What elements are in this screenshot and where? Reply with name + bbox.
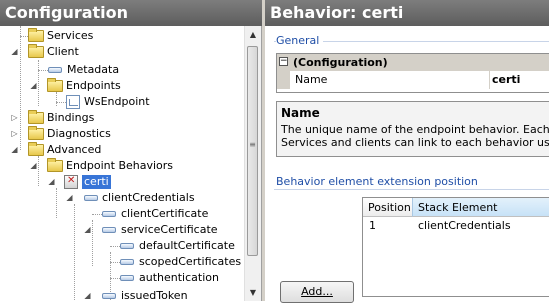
expanded-arrow-icon[interactable]: ◢ <box>83 291 92 300</box>
behavior-title: Behavior: certi <box>265 0 549 26</box>
property-grid[interactable]: − (Configuration) Name certi <box>276 53 549 93</box>
tree-item-label: Client <box>47 45 79 58</box>
tree-item-client[interactable]: ◢ Client <box>0 44 244 60</box>
extension-section-label: Behavior element extension position <box>276 175 482 188</box>
tree-item-label: clientCredentials <box>102 191 195 204</box>
tree-item-services[interactable]: Services <box>0 28 244 44</box>
folder-icon <box>28 110 44 124</box>
endpoint-icon <box>66 95 80 109</box>
tree-item-label: Endpoint Behaviors <box>66 159 174 172</box>
tree-item-label: defaultCertificate <box>139 239 235 252</box>
tree-item-advanced[interactable]: ◢ Advanced <box>0 142 244 158</box>
tree-item-label: scopedCertificates <box>139 255 242 268</box>
tree-item-issuedtoken[interactable]: ◢ issuedToken <box>0 288 244 301</box>
folder-icon <box>28 126 44 140</box>
property-name-value: certi <box>492 73 521 86</box>
configuration-tree[interactable]: Services ◢ Client Metadata ◢ Endpoints W… <box>0 26 244 301</box>
property-name-value-field[interactable]: certi <box>489 71 549 89</box>
add-button-label: Add... <box>301 285 333 298</box>
help-text-line: Services and clients can link to each be… <box>281 136 549 149</box>
tree-vertical-scrollbar[interactable]: ▲ ≡ ▼ <box>244 26 261 301</box>
element-icon <box>102 293 116 299</box>
tree-item-bindings[interactable]: ▷ Bindings <box>0 110 244 126</box>
folder-icon <box>47 158 63 172</box>
element-icon <box>102 211 116 217</box>
tree-item-label: Services <box>47 29 94 42</box>
tree-item-label: serviceCertificate <box>121 223 218 236</box>
property-category-configuration[interactable]: − (Configuration) <box>277 54 549 71</box>
expanded-arrow-icon[interactable]: ◢ <box>29 161 38 170</box>
tree-item-defaultcertificate[interactable]: defaultCertificate <box>0 238 244 254</box>
folder-icon <box>28 142 44 156</box>
tree-item-label: certi <box>82 175 111 189</box>
tree-item-label: Advanced <box>47 143 102 156</box>
expanded-arrow-icon[interactable]: ◢ <box>65 193 74 202</box>
column-header-stack-element[interactable]: Stack Element <box>412 198 549 217</box>
tree-item-label: Diagnostics <box>47 127 111 140</box>
tree-item-clientcertificate[interactable]: clientCertificate <box>0 206 244 222</box>
tree-item-scopedcertificates[interactable]: scopedCertificates <box>0 254 244 270</box>
help-text-line: The unique name of the endpoint behavior… <box>281 123 549 136</box>
expanded-arrow-icon[interactable]: ◢ <box>10 145 19 154</box>
property-help-box: Name The unique name of the endpoint beh… <box>276 101 549 157</box>
expanded-arrow-icon[interactable]: ◢ <box>29 81 38 90</box>
extension-position-grid[interactable]: Position Stack Element 1 clientCredentia… <box>362 197 549 297</box>
element-icon <box>120 259 134 265</box>
folder-icon <box>28 44 44 58</box>
element-icon <box>120 243 134 249</box>
column-header-position[interactable]: Position <box>363 198 412 217</box>
expanded-arrow-icon[interactable]: ◢ <box>47 177 56 186</box>
element-icon <box>48 67 62 73</box>
property-name-label: Name <box>295 73 328 86</box>
extension-divider <box>274 189 549 190</box>
expanded-arrow-icon[interactable]: ◢ <box>83 225 92 234</box>
scrollbar-thumb[interactable]: ≡ <box>247 46 258 256</box>
behavior-icon <box>64 175 78 189</box>
tree-item-authentication[interactable]: authentication <box>0 270 244 286</box>
element-icon <box>84 195 98 201</box>
element-icon <box>120 275 134 281</box>
tree-item-diagnostics[interactable]: ▷ Diagnostics <box>0 126 244 142</box>
folder-icon <box>28 28 44 42</box>
tree-item-label: Endpoints <box>66 79 121 92</box>
tree-item-label: WsEndpoint <box>84 95 150 108</box>
add-button[interactable]: Add... <box>280 281 354 303</box>
grid-cell-position[interactable]: 1 <box>369 219 376 233</box>
element-icon <box>102 227 116 233</box>
property-row-name[interactable]: Name certi <box>277 71 549 89</box>
tree-item-label: clientCertificate <box>121 207 209 220</box>
configuration-title: Configuration <box>0 0 262 26</box>
help-title: Name <box>281 106 320 120</box>
tree-item-label: Metadata <box>67 63 120 76</box>
tree-item-label: Bindings <box>47 111 95 124</box>
folder-icon <box>47 78 63 92</box>
tree-item-label: issuedToken <box>121 289 188 301</box>
scroll-down-arrow-icon[interactable]: ▼ <box>245 284 261 301</box>
tree-item-certi[interactable]: ◢ certi <box>0 174 244 190</box>
scrollbar-grip-icon: ≡ <box>249 140 256 149</box>
collapse-icon[interactable]: − <box>279 57 288 66</box>
tree-item-wsendpoint[interactable]: WsEndpoint <box>0 94 244 110</box>
tree-item-label: authentication <box>139 271 219 284</box>
grid-cell-stack-element[interactable]: clientCredentials <box>418 219 511 233</box>
expanded-arrow-icon[interactable]: ◢ <box>10 47 19 56</box>
general-section-label: General <box>276 34 324 47</box>
tree-item-metadata[interactable]: Metadata <box>0 62 244 78</box>
property-margin <box>277 71 290 89</box>
tree-item-endpoints[interactable]: ◢ Endpoints <box>0 78 244 94</box>
scroll-up-arrow-icon[interactable]: ▲ <box>245 26 261 43</box>
tree-item-endpoint-behaviors[interactable]: ◢ Endpoint Behaviors <box>0 158 244 174</box>
collapsed-arrow-icon[interactable]: ▷ <box>10 113 19 122</box>
tree-item-servicecertificate[interactable]: ◢ serviceCertificate <box>0 222 244 238</box>
tree-item-clientcredentials[interactable]: ◢ clientCredentials <box>0 190 244 206</box>
collapsed-arrow-icon[interactable]: ▷ <box>10 129 19 138</box>
category-label: (Configuration) <box>293 56 388 69</box>
configuration-pane: Configuration Services ◢ Client Metadata <box>0 0 262 301</box>
